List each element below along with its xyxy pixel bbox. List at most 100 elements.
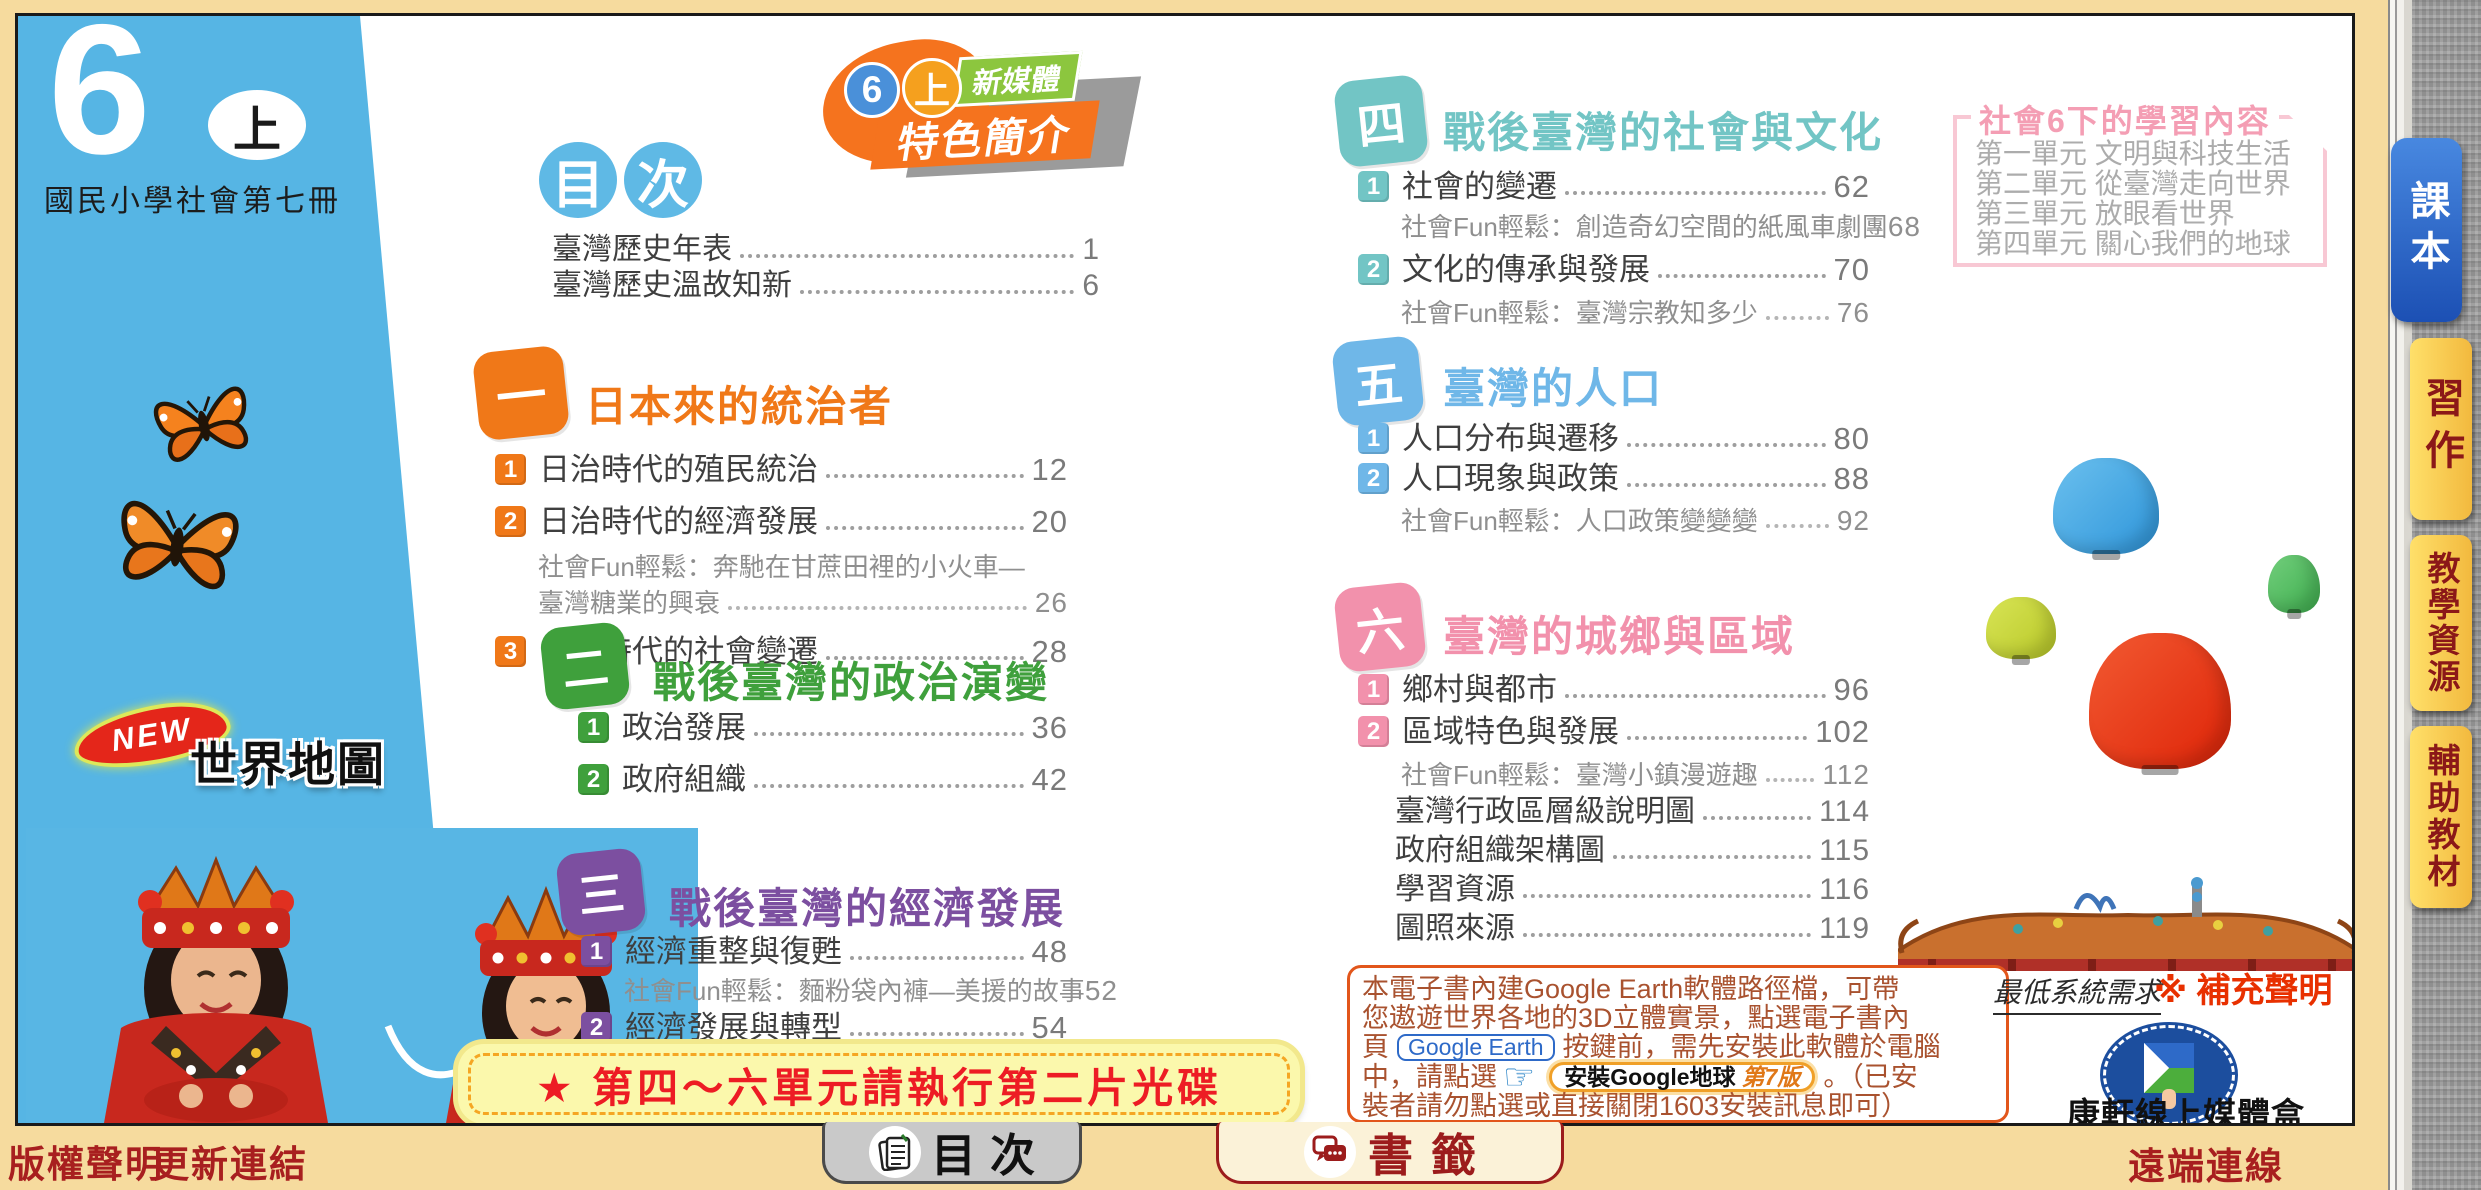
supplement-statement-link[interactable]: ※ 補充聲明: [2154, 963, 2333, 1012]
series-title: 國民小學社會第七冊: [44, 176, 341, 220]
dot-leader: [1766, 524, 1829, 528]
entry-number-badge: 2: [1358, 716, 1389, 747]
entry-number-badge: 2: [581, 1012, 612, 1043]
side-tab-label: 習作: [2412, 377, 2470, 481]
toc-entry[interactable]: 學習資源 116: [1395, 871, 1870, 907]
chapter-title: 戰後臺灣的政治演變: [653, 649, 1049, 710]
toc-entry[interactable]: 2 文化的傳承與發展 70: [1358, 251, 1870, 287]
entry-label: 文化的傳承與發展: [1402, 253, 1650, 287]
dot-leader: [850, 1032, 1024, 1036]
toc-entry[interactable]: 2 經濟發展與轉型 54: [581, 1009, 1068, 1045]
temple-roof-photo: [1898, 871, 2355, 971]
toc-entry[interactable]: 2 日治時代的經濟發展 20: [495, 503, 1068, 539]
sky-lantern-red: [2089, 633, 2231, 769]
entry-page: 52: [1085, 977, 1118, 1005]
toc-sub-entry[interactable]: 臺灣糖業的興衰 26: [538, 587, 1068, 617]
semester-badge: 上: [208, 90, 306, 160]
entry-page: 112: [1822, 761, 1870, 789]
entry-label: 社會的變遷: [1402, 170, 1557, 204]
dot-leader: [1627, 483, 1826, 487]
star-icon: ★: [536, 1065, 577, 1111]
toc-tab-label: 目次: [931, 1119, 1049, 1184]
toc-nav-tab[interactable]: 目次: [822, 1122, 1082, 1184]
dot-leader: [1627, 443, 1826, 447]
dot-leader: [754, 784, 1024, 788]
toc-entry[interactable]: 1 經濟重整與復甦 48: [581, 933, 1068, 969]
toc-sub-entry[interactable]: 社會Fun輕鬆：臺灣小鎮漫遊趣 112: [1401, 759, 1870, 789]
entry-page: 36: [1032, 711, 1068, 745]
ge-line: 裝者請勿點選或直接關閉1603安裝訊息即可）: [1362, 1092, 1908, 1121]
remote-connection-link[interactable]: 遠端連線: [2128, 1136, 2284, 1190]
toc-entry[interactable]: 1 人口分布與遷移 80: [1358, 420, 1870, 456]
media-box-label[interactable]: 康軒線上媒體盒: [2053, 1088, 2319, 1126]
toc-entry[interactable]: 1 政治發展 36: [578, 709, 1068, 745]
entry-page: 119: [1819, 912, 1870, 946]
toc-entry[interactable]: 圖照來源 119: [1395, 910, 1870, 946]
next-unit: 第一單元 文明與科技生活: [1975, 139, 2291, 169]
toc-entry[interactable]: 臺灣歷史溫故知新 6: [552, 267, 1100, 303]
entry-page: 115: [1819, 834, 1870, 868]
dot-leader: [800, 290, 1074, 294]
badge-semester: 上: [914, 62, 950, 114]
min-system-requirements-link[interactable]: 最低系統需求: [1993, 971, 2161, 1015]
dot-leader: [1703, 816, 1811, 820]
side-tab-textbook[interactable]: 課本: [2391, 138, 2462, 322]
entry-label: 社會Fun輕鬆：人口政策變變變: [1401, 507, 1758, 535]
entry-number-badge: 1: [1358, 171, 1389, 202]
entry-label: 社會Fun輕鬆：創造奇幻空間的紙風車劇團: [1401, 213, 1888, 241]
toc-entry[interactable]: 1 日治時代的殖民統治 12: [495, 451, 1068, 487]
entry-label: 人口分布與遷移: [1402, 422, 1619, 456]
toc-entry[interactable]: 臺灣行政區層級說明圖 114: [1395, 793, 1870, 829]
bookmark-nav-tab[interactable]: 書籤: [1216, 1122, 1564, 1184]
chapter-number: 四: [1353, 84, 1408, 159]
toc-heading-circle: 次: [624, 142, 702, 218]
copyright-link[interactable]: 版權聲明: [8, 1134, 164, 1190]
toc-entry[interactable]: 1 鄉村與都市 96: [1358, 671, 1870, 707]
entry-page: 80: [1834, 422, 1870, 456]
entry-number-badge: 1: [1358, 674, 1389, 705]
entry-number-badge: 2: [495, 506, 526, 537]
entry-label: 臺灣歷史溫故知新: [552, 269, 792, 303]
toc-sub-entry[interactable]: 社會Fun輕鬆：臺灣宗教知多少 76: [1401, 297, 1870, 327]
toc-entry[interactable]: 政府組織架構圖 115: [1395, 832, 1870, 868]
badge-tag: 新媒體: [951, 51, 1082, 107]
entry-number-badge: 1: [1358, 423, 1389, 454]
toc-entry[interactable]: 2 區域特色與發展 102: [1358, 713, 1870, 749]
toc-heading-circle: 目: [539, 142, 617, 218]
install-google-earth-button[interactable]: 安裝Google地球 第7版: [1549, 1062, 1815, 1092]
toc-entry[interactable]: 臺灣歷史年表 1: [552, 231, 1100, 267]
chapter-title: 日本來的統治者: [585, 373, 893, 434]
toc-sub-entry[interactable]: 社會Fun輕鬆：人口政策變變變 92: [1401, 505, 1870, 535]
toc-entry[interactable]: 2 人口現象與政策 88: [1358, 460, 1870, 496]
dot-leader: [1627, 736, 1807, 740]
entry-label: 鄉村與都市: [1402, 673, 1557, 707]
chapter-icon: 二: [539, 621, 631, 711]
feature-intro-badge[interactable]: 特色簡介 新媒體 6 上: [816, 34, 1136, 179]
badge-semester-circle: 上: [902, 58, 962, 118]
entry-number-badge: 1: [495, 454, 526, 485]
entry-page: 96: [1834, 673, 1870, 707]
side-tab-label: 課本: [2398, 180, 2456, 280]
toc-sub-entry[interactable]: 社會Fun輕鬆：創造奇幻空間的紙風車劇團 68: [1401, 211, 1870, 241]
side-tab-teaching-resources[interactable]: 教學資源: [2410, 535, 2472, 711]
entry-label: 日治時代的殖民統治: [539, 453, 818, 487]
chapter-icon: 四: [1333, 74, 1430, 169]
update-link[interactable]: 更新連結: [152, 1134, 308, 1190]
entry-label: 圖照來源: [1395, 912, 1515, 946]
side-tab-workbook[interactable]: 習作: [2410, 338, 2472, 520]
entry-label: 社會Fun輕鬆：麵粉袋內褲—美援的故事: [624, 977, 1085, 1005]
toc-heading-char: 次: [637, 143, 689, 218]
chapter-number: 二: [559, 631, 612, 701]
toc-sub-entry[interactable]: 社會Fun輕鬆：麵粉袋內褲—美援的故事 52: [624, 975, 1068, 1005]
badge-tag-label: 新媒體: [970, 56, 1065, 102]
grade-number: 6: [48, 13, 151, 183]
side-tab-supplementary-materials[interactable]: 輔助教材: [2410, 726, 2472, 908]
chapter-title: 戰後臺灣的經濟發展: [669, 875, 1065, 936]
entry-page: 42: [1032, 763, 1068, 797]
banner-label: 第四～六單元請執行第二片光碟: [592, 1065, 1222, 1111]
toc-sub-entry[interactable]: 社會Fun輕鬆：奔馳在甘蔗田裡的小火車—: [538, 551, 1068, 581]
entry-label: 區域特色與發展: [1402, 715, 1619, 749]
chapter-icon: 三: [555, 847, 647, 937]
toc-entry[interactable]: 2 政府組織 42: [578, 761, 1068, 797]
toc-entry[interactable]: 1 社會的變遷 62: [1358, 168, 1870, 204]
